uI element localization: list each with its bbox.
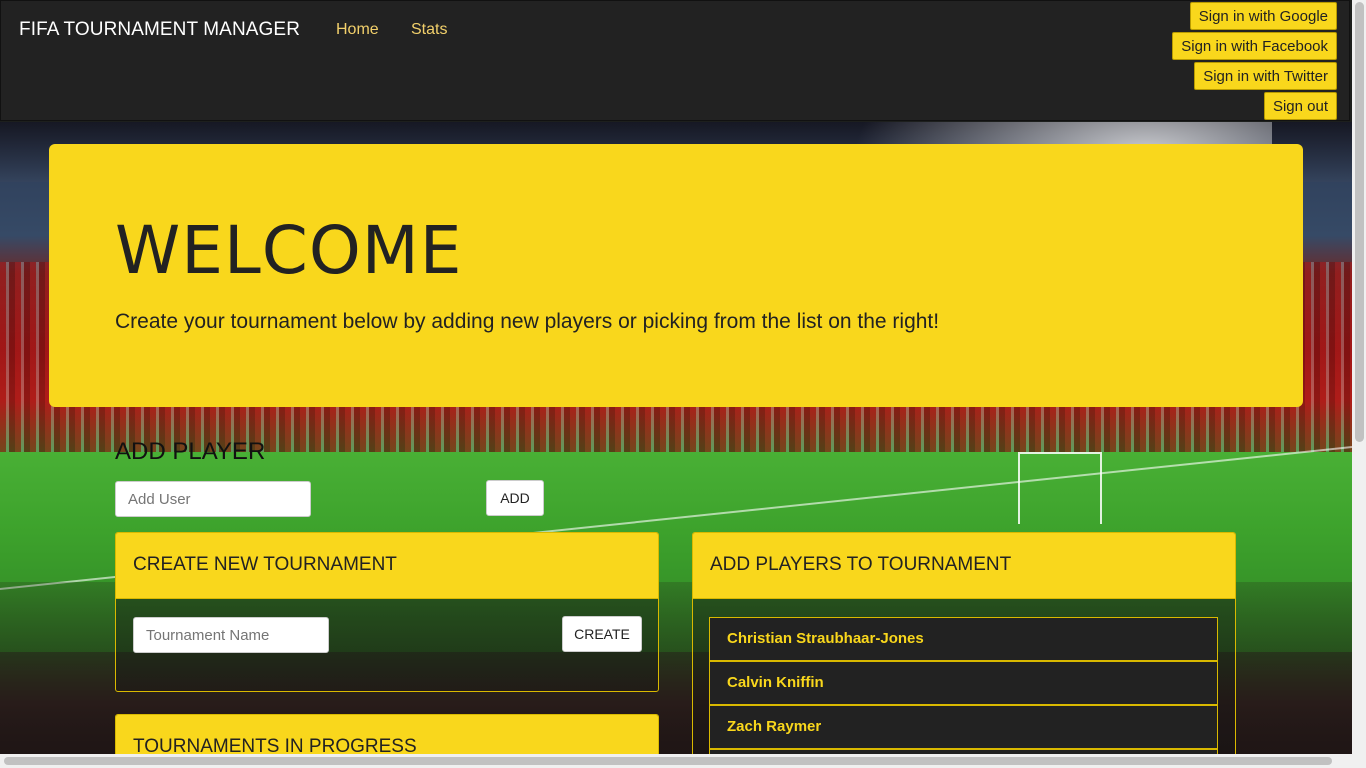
nav-stats-link[interactable]: Stats	[411, 21, 447, 39]
player-list-item[interactable]: Christian Straubhaar-Jones	[709, 617, 1218, 661]
sign-out-button[interactable]: Sign out	[1263, 92, 1337, 120]
sign-in-google-button[interactable]: Sign in with Google	[1189, 2, 1337, 30]
create-tournament-panel: CREATE NEW TOURNAMENT CREATE	[115, 532, 659, 692]
add-user-input[interactable]	[115, 481, 311, 517]
welcome-title: WELCOME	[115, 212, 463, 289]
create-tournament-heading: CREATE NEW TOURNAMENT	[116, 533, 658, 599]
brand-title[interactable]: FIFA TOURNAMENT MANAGER	[19, 19, 300, 41]
welcome-jumbotron: WELCOME Create your tournament below by …	[49, 144, 1303, 407]
vertical-scrollbar[interactable]	[1352, 0, 1366, 768]
sign-in-facebook-button[interactable]: Sign in with Facebook	[1172, 32, 1337, 60]
add-players-to-tournament-panel: ADD PLAYERS TO TOURNAMENT Christian Stra…	[692, 532, 1236, 768]
add-player-button[interactable]: ADD	[486, 480, 544, 516]
sign-in-twitter-button[interactable]: Sign in with Twitter	[1194, 62, 1337, 90]
player-list-item[interactable]: Calvin Kniffin	[709, 661, 1218, 705]
vertical-scrollbar-thumb[interactable]	[1355, 2, 1364, 442]
welcome-subtitle: Create your tournament below by adding n…	[115, 310, 940, 333]
nav-home-link[interactable]: Home	[336, 21, 379, 39]
add-players-heading: ADD PLAYERS TO TOURNAMENT	[693, 533, 1235, 599]
add-player-heading: ADD PLAYER	[115, 438, 266, 465]
navbar: FIFA TOURNAMENT MANAGER Home Stats Sign …	[0, 0, 1350, 121]
player-list-item[interactable]: Zach Raymer	[709, 705, 1218, 749]
horizontal-scrollbar-thumb[interactable]	[4, 757, 1332, 765]
create-tournament-button[interactable]: CREATE	[562, 616, 642, 652]
tournament-name-input[interactable]	[133, 617, 329, 653]
goal-frame	[1018, 452, 1102, 524]
horizontal-scrollbar[interactable]	[0, 754, 1366, 768]
